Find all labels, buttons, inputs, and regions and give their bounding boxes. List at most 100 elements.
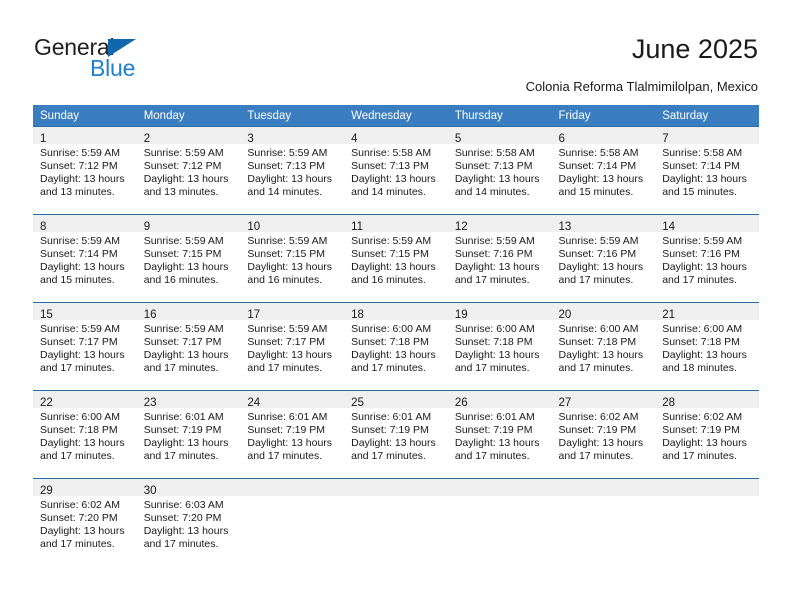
- calendar-day-cell[interactable]: 8 Sunrise: 5:59 AM Sunset: 7:14 PM Daylight…: [33, 214, 137, 302]
- daylight-text: Daylight: 13 hours and 17 minutes.: [143, 525, 229, 551]
- sunrise-text: Sunrise: 5:59 AM: [143, 147, 224, 159]
- sunrise-text: Sunrise: 5:59 AM: [143, 235, 224, 247]
- calendar-day-cell[interactable]: 9 Sunrise: 5:59 AM Sunset: 7:15 PM Daylight…: [136, 214, 241, 302]
- day-cell-content: 26 Sunrise: 6:01 AM Sunset: 7:19 PM Dayligh…: [447, 390, 552, 478]
- daylight-text: Daylight: 13 hours and 17 minutes.: [143, 349, 229, 375]
- sunrise-text: Sunrise: 6:01 AM: [247, 411, 328, 423]
- calendar-week-row: 8 Sunrise: 5:59 AM Sunset: 7:14 PM Daylight…: [33, 214, 759, 302]
- logo-text-blue: Blue: [90, 55, 136, 81]
- day-cell-content: 5 Sunrise: 5:58 AM Sunset: 7:13 PM Daylight…: [447, 126, 552, 214]
- daylight-text: Daylight: 13 hours and 16 minutes.: [351, 261, 436, 287]
- day-number: 2: [143, 133, 151, 145]
- day-number-band: 30: [136, 479, 241, 497]
- day-sun-info: Sunrise: 5:59 AM Sunset: 7:16 PM Daylight:…: [655, 232, 759, 287]
- day-number-band: 6: [551, 127, 656, 145]
- sunrise-text: Sunrise: 5:59 AM: [247, 147, 328, 159]
- calendar-day-cell[interactable]: [447, 478, 552, 566]
- sunrise-text: Sunrise: 5:58 AM: [454, 147, 535, 159]
- sunrise-text: Sunrise: 6:00 AM: [662, 323, 743, 335]
- page-title: June 2025: [631, 34, 758, 64]
- sunrise-text: Sunrise: 5:59 AM: [662, 235, 743, 247]
- day-number: 4: [351, 133, 358, 145]
- sunset-text: Sunset: 7:14 PM: [558, 160, 637, 173]
- calendar-day-cell[interactable]: 19 Sunrise: 6:00 AM Sunset: 7:18 PM Dayligh…: [447, 302, 552, 390]
- sunrise-text: Sunrise: 5:59 AM: [40, 147, 120, 159]
- sunset-text: Sunset: 7:19 PM: [662, 424, 740, 437]
- day-sun-info: Sunrise: 6:01 AM Sunset: 7:19 PM Daylight:…: [344, 408, 448, 463]
- day-cell-content: 6 Sunrise: 5:58 AM Sunset: 7:14 PM Daylight…: [551, 126, 656, 214]
- calendar-day-cell[interactable]: 11 Sunrise: 5:59 AM Sunset: 7:15 PM Dayligh…: [344, 214, 448, 302]
- calendar-day-cell[interactable]: 7 Sunrise: 5:58 AM Sunset: 7:14 PM Daylight…: [655, 126, 759, 214]
- calendar-day-cell[interactable]: 21 Sunrise: 6:00 AM Sunset: 7:18 PM Dayligh…: [655, 302, 759, 390]
- daylight-text: Daylight: 13 hours and 14 minutes.: [247, 173, 333, 199]
- sunrise-text: Sunrise: 6:02 AM: [558, 411, 639, 423]
- sunset-text: Sunset: 7:19 PM: [247, 424, 326, 437]
- day-number-band: 29: [33, 479, 137, 497]
- calendar-day-cell[interactable]: [655, 478, 759, 566]
- calendar-day-cell[interactable]: 10 Sunrise: 5:59 AM Sunset: 7:15 PM Dayligh…: [240, 214, 345, 302]
- calendar-day-cell[interactable]: 3 Sunrise: 5:59 AM Sunset: 7:13 PM Daylight…: [240, 126, 345, 214]
- day-cell-content: 14 Sunrise: 5:59 AM Sunset: 7:16 PM Dayligh…: [655, 214, 759, 302]
- calendar-day-cell[interactable]: 29 Sunrise: 6:02 AM Sunset: 7:20 PM Dayligh…: [33, 478, 137, 566]
- day-number: 19: [454, 309, 468, 321]
- day-cell-content: 3 Sunrise: 5:59 AM Sunset: 7:13 PM Daylight…: [240, 126, 345, 214]
- sunset-text: Sunset: 7:15 PM: [247, 248, 326, 261]
- day-sun-info: Sunrise: 6:00 AM Sunset: 7:18 PM Daylight:…: [552, 320, 656, 375]
- calendar-day-cell[interactable]: 27 Sunrise: 6:02 AM Sunset: 7:19 PM Dayligh…: [551, 390, 656, 478]
- calendar-day-cell[interactable]: [240, 478, 345, 566]
- daylight-text: Daylight: 13 hours and 17 minutes.: [143, 437, 229, 463]
- calendar-day-cell[interactable]: 30 Sunrise: 6:03 AM Sunset: 7:20 PM Dayligh…: [136, 478, 241, 566]
- daylight-text: Daylight: 13 hours and 17 minutes.: [662, 261, 747, 287]
- day-cell-content: 30 Sunrise: 6:03 AM Sunset: 7:20 PM Dayligh…: [136, 478, 241, 566]
- day-number: 5: [454, 133, 462, 145]
- sunset-text: Sunset: 7:19 PM: [454, 424, 533, 437]
- calendar-day-cell[interactable]: 13 Sunrise: 5:59 AM Sunset: 7:16 PM Dayligh…: [551, 214, 656, 302]
- calendar-day-cell[interactable]: 24 Sunrise: 6:01 AM Sunset: 7:19 PM Dayligh…: [240, 390, 345, 478]
- calendar-day-cell[interactable]: 12 Sunrise: 5:59 AM Sunset: 7:16 PM Dayligh…: [447, 214, 552, 302]
- daylight-text: Daylight: 13 hours and 17 minutes.: [351, 437, 436, 463]
- day-sun-info: Sunrise: 5:58 AM Sunset: 7:13 PM Daylight:…: [344, 144, 448, 199]
- calendar-day-cell[interactable]: 6 Sunrise: 5:58 AM Sunset: 7:14 PM Daylight…: [551, 126, 656, 214]
- daylight-text: Daylight: 13 hours and 17 minutes.: [558, 437, 644, 463]
- day-number-band: 7: [655, 127, 759, 145]
- day-sun-info: Sunrise: 5:59 AM Sunset: 7:12 PM Daylight:…: [33, 144, 137, 199]
- day-sun-info: Sunrise: 6:01 AM Sunset: 7:19 PM Daylight:…: [240, 408, 344, 463]
- daylight-text: Daylight: 13 hours and 17 minutes.: [558, 349, 644, 375]
- calendar-day-cell[interactable]: 14 Sunrise: 5:59 AM Sunset: 7:16 PM Dayligh…: [655, 214, 759, 302]
- day-number: 18: [351, 309, 364, 321]
- day-cell-content: 25 Sunrise: 6:01 AM Sunset: 7:19 PM Dayligh…: [344, 390, 448, 478]
- calendar-day-cell[interactable]: 25 Sunrise: 6:01 AM Sunset: 7:19 PM Dayligh…: [344, 390, 448, 478]
- day-cell-content: 19 Sunrise: 6:00 AM Sunset: 7:18 PM Dayligh…: [447, 302, 552, 390]
- calendar-day-cell[interactable]: 17 Sunrise: 5:59 AM Sunset: 7:17 PM Dayligh…: [240, 302, 345, 390]
- day-number: 8: [40, 221, 47, 233]
- calendar-day-cell[interactable]: [344, 478, 448, 566]
- day-sun-info: Sunrise: 5:58 AM Sunset: 7:14 PM Daylight:…: [655, 144, 759, 199]
- sunset-text: Sunset: 7:13 PM: [454, 160, 533, 173]
- calendar-day-cell[interactable]: 28 Sunrise: 6:02 AM Sunset: 7:19 PM Dayligh…: [655, 390, 759, 478]
- sunrise-text: Sunrise: 6:02 AM: [40, 499, 120, 511]
- sunrise-text: Sunrise: 5:59 AM: [558, 235, 639, 247]
- day-cell-content: 20 Sunrise: 6:00 AM Sunset: 7:18 PM Dayligh…: [551, 302, 656, 390]
- calendar-day-cell[interactable]: 18 Sunrise: 6:00 AM Sunset: 7:18 PM Dayligh…: [344, 302, 448, 390]
- calendar-day-cell[interactable]: 2 Sunrise: 5:59 AM Sunset: 7:12 PM Daylight…: [136, 126, 241, 214]
- sunset-text: Sunset: 7:13 PM: [351, 160, 429, 173]
- calendar-day-cell[interactable]: 5 Sunrise: 5:58 AM Sunset: 7:13 PM Daylight…: [447, 126, 552, 214]
- sunset-text: Sunset: 7:18 PM: [558, 336, 637, 349]
- day-number: 14: [662, 221, 676, 233]
- calendar-day-cell[interactable]: 20 Sunrise: 6:00 AM Sunset: 7:18 PM Dayligh…: [551, 302, 656, 390]
- sunrise-text: Sunrise: 6:01 AM: [351, 411, 432, 423]
- day-number-band: 18: [344, 303, 448, 321]
- calendar-day-cell[interactable]: 4 Sunrise: 5:58 AM Sunset: 7:13 PM Daylight…: [344, 126, 448, 214]
- calendar-week-row: 15 Sunrise: 5:59 AM Sunset: 7:17 PM Dayligh…: [33, 302, 759, 390]
- calendar-day-cell[interactable]: 26 Sunrise: 6:01 AM Sunset: 7:19 PM Dayligh…: [447, 390, 552, 478]
- day-number: 11: [351, 221, 364, 233]
- page-subtitle-location: Colonia Reforma Tlalmimilolpan, Mexico: [525, 79, 758, 94]
- calendar-day-cell[interactable]: [551, 478, 656, 566]
- sunset-text: Sunset: 7:12 PM: [143, 160, 222, 173]
- calendar-day-cell[interactable]: 15 Sunrise: 5:59 AM Sunset: 7:17 PM Dayligh…: [33, 302, 137, 390]
- calendar-day-cell[interactable]: 22 Sunrise: 6:00 AM Sunset: 7:18 PM Dayligh…: [33, 390, 137, 478]
- calendar-day-cell[interactable]: 16 Sunrise: 5:59 AM Sunset: 7:17 PM Dayligh…: [136, 302, 241, 390]
- calendar-day-cell[interactable]: 23 Sunrise: 6:01 AM Sunset: 7:19 PM Dayligh…: [136, 390, 241, 478]
- day-cell-empty: [240, 478, 345, 566]
- calendar-day-cell[interactable]: 1 Sunrise: 5:59 AM Sunset: 7:12 PM Daylight…: [33, 126, 137, 214]
